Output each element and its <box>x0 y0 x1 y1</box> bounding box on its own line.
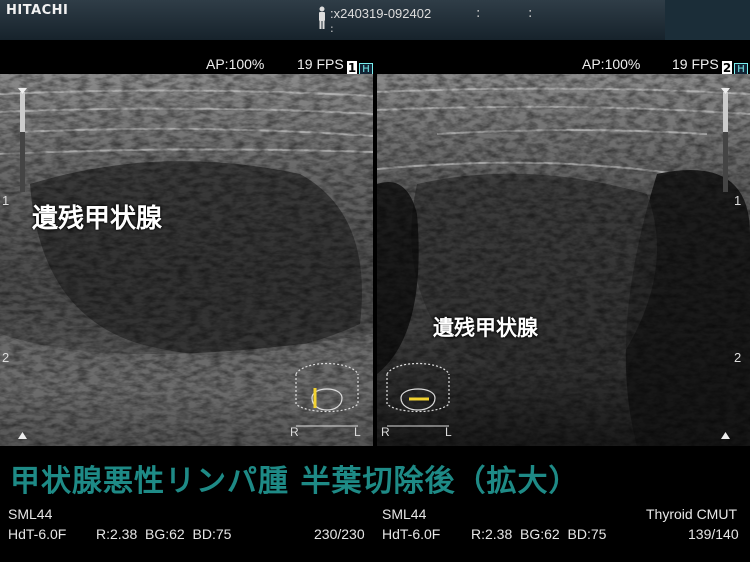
left-mode-label: HdT-6.0F <box>8 526 67 542</box>
patient-name-field: : <box>330 22 334 35</box>
right-probe-label: SML44 <box>382 506 427 522</box>
probe-marker-r: R <box>381 425 390 439</box>
left-depth-tick-2: 2 <box>2 350 10 365</box>
right-ap-label: AP:100% <box>582 56 641 72</box>
panel-number-badge: 1 <box>347 61 357 75</box>
brand-logo: HITACHI <box>6 3 69 18</box>
patient-sex-field: : <box>528 6 533 21</box>
left-depth-tick-1: 1 <box>2 193 10 208</box>
ultrasound-image-right[interactable]: R L <box>377 74 750 446</box>
preset-label: Thyroid CMUT <box>646 506 738 522</box>
probe-marker-r: R <box>290 425 299 439</box>
left-probe-label: SML44 <box>8 506 53 522</box>
probe-marker-l: L <box>445 425 452 439</box>
header-corner-block <box>665 0 750 40</box>
patient-icon <box>319 6 325 29</box>
left-params-label: R:2.38 BG:62 BD:75 <box>96 526 232 542</box>
right-mode-label: HdT-6.0F <box>382 526 441 542</box>
right-depth-tick-2: 2 <box>734 350 742 365</box>
right-annotation: 遺残甲状腺 <box>433 316 538 340</box>
probe-marker-l: L <box>354 425 361 439</box>
right-fps-label: 19 FPS <box>672 56 719 72</box>
left-annotation: 遺残甲状腺 <box>32 204 163 234</box>
right-depth-tick-1: 1 <box>734 193 742 208</box>
left-fps-label: 19 FPS <box>297 56 344 72</box>
panel-number-badge: 2 <box>722 61 732 75</box>
left-ap-label: AP:100% <box>206 56 265 72</box>
patient-age-field: : <box>476 6 481 21</box>
right-frame-counter: 139/140 <box>688 526 739 542</box>
ultrasound-image-left[interactable]: R L <box>0 74 373 446</box>
right-sonogram: R L <box>377 74 750 446</box>
patient-id: :x240319-092402 <box>330 6 432 21</box>
left-sonogram: R L <box>0 74 373 446</box>
right-params-label: R:2.38 BG:62 BD:75 <box>471 526 607 542</box>
left-frame-counter: 230/230 <box>314 526 365 542</box>
image-caption: 甲状腺悪性リンパ腫 半葉切除後（拡大） <box>10 464 580 499</box>
